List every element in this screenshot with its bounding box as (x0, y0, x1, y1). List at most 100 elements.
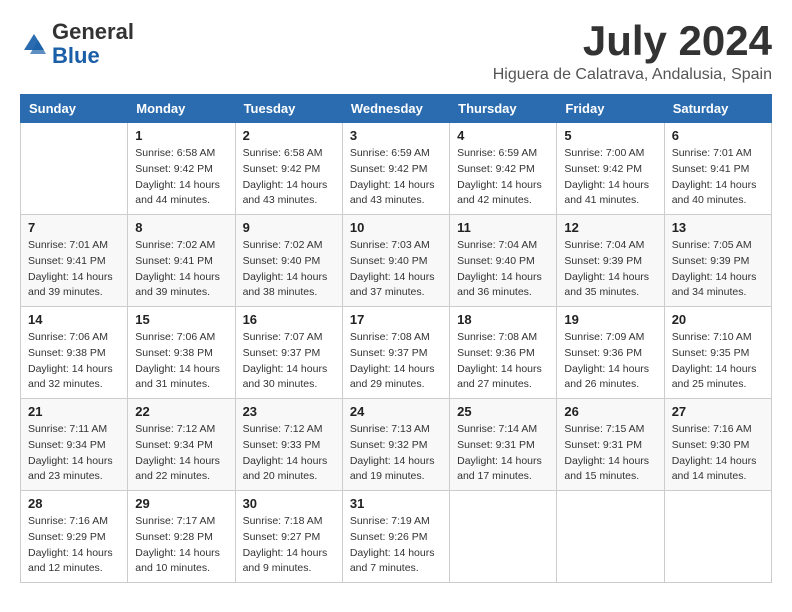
calendar-cell (664, 491, 771, 583)
calendar-cell: 17Sunrise: 7:08 AMSunset: 9:37 PMDayligh… (342, 307, 449, 399)
day-info: Sunrise: 7:05 AMSunset: 9:39 PMDaylight:… (672, 238, 764, 301)
day-number: 14 (28, 312, 120, 327)
day-info: Sunrise: 6:58 AMSunset: 9:42 PMDaylight:… (135, 146, 227, 209)
week-row-1: 1 Sunrise: 6:58 AMSunset: 9:42 PMDaylight… (21, 123, 772, 215)
day-number: 13 (672, 220, 764, 235)
day-info: Sunrise: 7:11 AMSunset: 9:34 PMDaylight:… (28, 422, 120, 485)
day-number: 27 (672, 404, 764, 419)
day-info: Sunrise: 7:12 AMSunset: 9:34 PMDaylight:… (135, 422, 227, 485)
day-info: Sunrise: 7:14 AMSunset: 9:31 PMDaylight:… (457, 422, 549, 485)
day-number: 11 (457, 220, 549, 235)
calendar-table: SundayMondayTuesdayWednesdayThursdayFrid… (20, 94, 772, 583)
day-info: Sunrise: 7:09 AMSunset: 9:36 PMDaylight:… (564, 330, 656, 393)
logo-general: General (52, 19, 134, 44)
calendar-cell: 2 Sunrise: 6:58 AMSunset: 9:42 PMDaylight… (235, 123, 342, 215)
day-number: 28 (28, 496, 120, 511)
calendar-cell: 29Sunrise: 7:17 AMSunset: 9:28 PMDayligh… (128, 491, 235, 583)
day-info: Sunrise: 7:06 AMSunset: 9:38 PMDaylight:… (28, 330, 120, 393)
header-cell-wednesday: Wednesday (342, 95, 449, 123)
day-info: Sunrise: 7:16 AMSunset: 9:30 PMDaylight:… (672, 422, 764, 485)
day-number: 24 (350, 404, 442, 419)
day-number: 3 (350, 128, 442, 143)
calendar-cell (450, 491, 557, 583)
calendar-cell: 20Sunrise: 7:10 AMSunset: 9:35 PMDayligh… (664, 307, 771, 399)
location-title: Higuera de Calatrava, Andalusia, Spain (493, 66, 772, 84)
day-number: 1 (135, 128, 227, 143)
calendar-cell: 10 Sunrise: 7:03 AMSunset: 9:40 PMDayligh… (342, 215, 449, 307)
calendar-cell: 5 Sunrise: 7:00 AMSunset: 9:42 PMDaylight… (557, 123, 664, 215)
calendar-cell: 26Sunrise: 7:15 AMSunset: 9:31 PMDayligh… (557, 399, 664, 491)
day-number: 25 (457, 404, 549, 419)
calendar-cell: 12 Sunrise: 7:04 AMSunset: 9:39 PMDayligh… (557, 215, 664, 307)
calendar-cell: 11 Sunrise: 7:04 AMSunset: 9:40 PMDayligh… (450, 215, 557, 307)
day-info: Sunrise: 6:58 AMSunset: 9:42 PMDaylight:… (243, 146, 335, 209)
calendar-cell: 6Sunrise: 7:01 AMSunset: 9:41 PMDaylight… (664, 123, 771, 215)
day-info: Sunrise: 6:59 AMSunset: 9:42 PMDaylight:… (457, 146, 549, 209)
day-info: Sunrise: 7:04 AMSunset: 9:39 PMDaylight:… (564, 238, 656, 301)
header-row: SundayMondayTuesdayWednesdayThursdayFrid… (21, 95, 772, 123)
day-info: Sunrise: 7:16 AMSunset: 9:29 PMDaylight:… (28, 514, 120, 577)
logo: General Blue (20, 20, 134, 68)
day-info: Sunrise: 7:02 AMSunset: 9:40 PMDaylight:… (243, 238, 335, 301)
day-info: Sunrise: 7:17 AMSunset: 9:28 PMDaylight:… (135, 514, 227, 577)
week-row-4: 21 Sunrise: 7:11 AMSunset: 9:34 PMDayligh… (21, 399, 772, 491)
day-info: Sunrise: 7:08 AMSunset: 9:36 PMDaylight:… (457, 330, 549, 393)
day-number: 7 (28, 220, 120, 235)
day-number: 22 (135, 404, 227, 419)
day-number: 26 (564, 404, 656, 419)
day-info: Sunrise: 7:12 AMSunset: 9:33 PMDaylight:… (243, 422, 335, 485)
month-title: July 2024 (493, 20, 772, 62)
header-cell-thursday: Thursday (450, 95, 557, 123)
calendar-cell: 28 Sunrise: 7:16 AMSunset: 9:29 PMDayligh… (21, 491, 128, 583)
calendar-cell: 1 Sunrise: 6:58 AMSunset: 9:42 PMDaylight… (128, 123, 235, 215)
day-info: Sunrise: 7:02 AMSunset: 9:41 PMDaylight:… (135, 238, 227, 301)
day-number: 18 (457, 312, 549, 327)
day-number: 21 (28, 404, 120, 419)
calendar-cell: 24 Sunrise: 7:13 AMSunset: 9:32 PMDayligh… (342, 399, 449, 491)
calendar-cell: 22 Sunrise: 7:12 AMSunset: 9:34 PMDayligh… (128, 399, 235, 491)
day-number: 19 (564, 312, 656, 327)
calendar-cell: 15 Sunrise: 7:06 AMSunset: 9:38 PMDayligh… (128, 307, 235, 399)
day-info: Sunrise: 7:03 AMSunset: 9:40 PMDaylight:… (350, 238, 442, 301)
header-cell-monday: Monday (128, 95, 235, 123)
week-row-5: 28 Sunrise: 7:16 AMSunset: 9:29 PMDayligh… (21, 491, 772, 583)
calendar-cell: 30Sunrise: 7:18 AMSunset: 9:27 PMDayligh… (235, 491, 342, 583)
logo-icon (20, 30, 48, 58)
week-row-2: 7 Sunrise: 7:01 AMSunset: 9:41 PMDaylight… (21, 215, 772, 307)
day-number: 31 (350, 496, 442, 511)
page-header: General Blue July 2024 Higuera de Calatr… (20, 20, 772, 84)
day-number: 9 (243, 220, 335, 235)
day-info: Sunrise: 7:00 AMSunset: 9:42 PMDaylight:… (564, 146, 656, 209)
calendar-cell: 9 Sunrise: 7:02 AMSunset: 9:40 PMDaylight… (235, 215, 342, 307)
header-cell-friday: Friday (557, 95, 664, 123)
day-number: 5 (564, 128, 656, 143)
logo-blue: Blue (52, 43, 100, 68)
day-info: Sunrise: 7:04 AMSunset: 9:40 PMDaylight:… (457, 238, 549, 301)
day-info: Sunrise: 7:01 AMSunset: 9:41 PMDaylight:… (28, 238, 120, 301)
day-number: 10 (350, 220, 442, 235)
calendar-cell: 23 Sunrise: 7:12 AMSunset: 9:33 PMDayligh… (235, 399, 342, 491)
day-number: 23 (243, 404, 335, 419)
calendar-cell: 8Sunrise: 7:02 AMSunset: 9:41 PMDaylight… (128, 215, 235, 307)
day-info: Sunrise: 7:13 AMSunset: 9:32 PMDaylight:… (350, 422, 442, 485)
calendar-cell (21, 123, 128, 215)
day-info: Sunrise: 7:08 AMSunset: 9:37 PMDaylight:… (350, 330, 442, 393)
day-number: 12 (564, 220, 656, 235)
day-number: 15 (135, 312, 227, 327)
header-cell-saturday: Saturday (664, 95, 771, 123)
calendar-cell: 4Sunrise: 6:59 AMSunset: 9:42 PMDaylight… (450, 123, 557, 215)
day-info: Sunrise: 7:07 AMSunset: 9:37 PMDaylight:… (243, 330, 335, 393)
calendar-cell: 31 Sunrise: 7:19 AMSunset: 9:26 PMDayligh… (342, 491, 449, 583)
day-number: 2 (243, 128, 335, 143)
header-cell-tuesday: Tuesday (235, 95, 342, 123)
day-number: 20 (672, 312, 764, 327)
calendar-cell: 14 Sunrise: 7:06 AMSunset: 9:38 PMDayligh… (21, 307, 128, 399)
calendar-cell: 16Sunrise: 7:07 AMSunset: 9:37 PMDayligh… (235, 307, 342, 399)
day-info: Sunrise: 7:06 AMSunset: 9:38 PMDaylight:… (135, 330, 227, 393)
day-info: Sunrise: 7:19 AMSunset: 9:26 PMDaylight:… (350, 514, 442, 577)
day-info: Sunrise: 7:18 AMSunset: 9:27 PMDaylight:… (243, 514, 335, 577)
day-number: 6 (672, 128, 764, 143)
calendar-cell: 3Sunrise: 6:59 AMSunset: 9:42 PMDaylight… (342, 123, 449, 215)
calendar-cell: 18 Sunrise: 7:08 AMSunset: 9:36 PMDayligh… (450, 307, 557, 399)
week-row-3: 14 Sunrise: 7:06 AMSunset: 9:38 PMDayligh… (21, 307, 772, 399)
